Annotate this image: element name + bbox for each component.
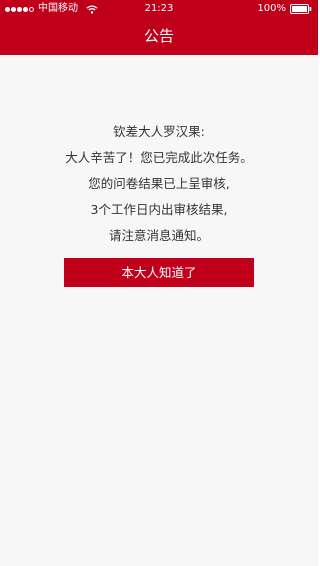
nav-bar: 公告	[0, 18, 318, 55]
announcement-message: 钦差大人罗汉果: 大人辛苦了！您已完成此次任务。 您的问卷结果已上呈审核, 3个…	[0, 119, 318, 249]
status-bar: 中国移动 21:23 100%	[0, 0, 318, 18]
confirm-button[interactable]: 本大人知道了	[64, 258, 254, 287]
announcement-content: 钦差大人罗汉果: 大人辛苦了！您已完成此次任务。 您的问卷结果已上呈审核, 3个…	[0, 55, 318, 566]
status-bar-right: 100%	[257, 0, 312, 18]
battery-icon	[290, 4, 312, 14]
message-line: 3个工作日内出审核结果,	[90, 202, 228, 217]
message-line: 钦差大人罗汉果:	[113, 124, 205, 139]
page-title: 公告	[143, 27, 174, 45]
message-line: 大人辛苦了！您已完成此次任务。	[65, 150, 253, 165]
battery-percent: 100%	[257, 3, 286, 14]
message-line: 您的问卷结果已上呈审核,	[88, 176, 230, 191]
message-line: 请注意消息通知。	[108, 228, 209, 243]
